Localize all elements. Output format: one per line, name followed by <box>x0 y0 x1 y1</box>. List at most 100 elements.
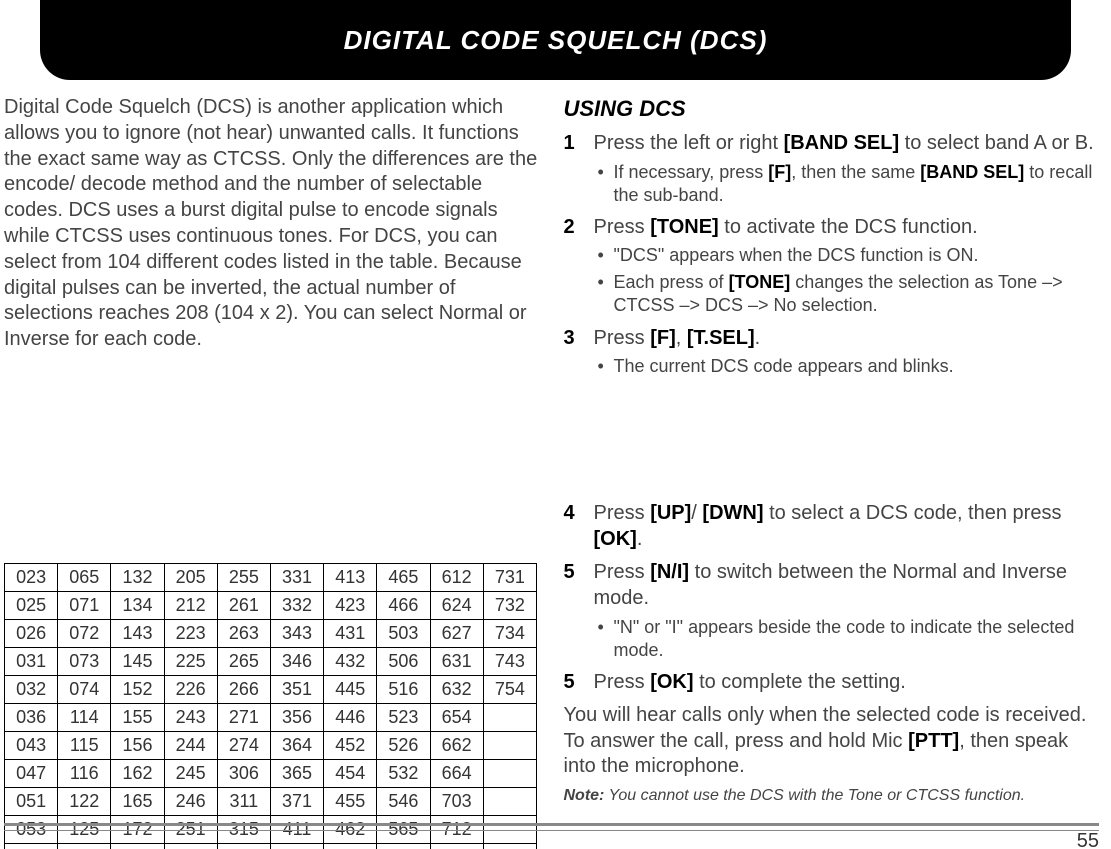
footer-rule <box>4 823 1099 831</box>
t: [OK] <box>650 671 693 693</box>
table-cell: 662 <box>430 732 483 760</box>
table-cell: 036 <box>5 704 58 732</box>
step-bold: [TONE] <box>650 216 719 238</box>
table-cell <box>483 732 536 760</box>
header-plate: DIGITAL CODE SQUELCH (DCS) <box>40 0 1071 80</box>
table-cell <box>483 760 536 788</box>
sub-list: If necessary, press [F], then the same [… <box>594 161 1100 207</box>
t: / <box>691 502 702 524</box>
t: , then the same <box>791 162 920 182</box>
table-cell: 731 <box>483 563 536 591</box>
table-cell: 331 <box>270 563 323 591</box>
table-cell: 432 <box>324 648 377 676</box>
step-5b: 5 Press [OK] to complete the setting. <box>564 670 1100 696</box>
table-cell: 243 <box>164 704 217 732</box>
t: Each press of <box>614 272 729 292</box>
sub-item: The current DCS code appears and blinks. <box>594 355 1100 378</box>
table-cell: 431 <box>324 620 377 648</box>
table-cell: 255 <box>217 563 270 591</box>
sub-list: "DCS" appears when the DCS function is O… <box>594 244 1100 317</box>
step-3: 3 Press [F], [T.SEL]. The current DCS co… <box>564 326 1100 379</box>
section-heading-using-dcs: USING DCS <box>564 95 1100 123</box>
t: . <box>637 528 643 550</box>
table-cell: 074 <box>58 676 111 704</box>
step-1: 1 Press the left or right [BAND SEL] to … <box>564 131 1100 207</box>
table-cell: 332 <box>270 592 323 620</box>
t: Press <box>594 561 651 583</box>
table-cell: 266 <box>217 676 270 704</box>
table-cell: 145 <box>111 648 164 676</box>
note-label: Note: <box>564 787 605 804</box>
step-number: 3 <box>564 326 575 352</box>
table-cell: 465 <box>377 563 430 591</box>
intro-paragraph: Digital Code Squelch (DCS) is another ap… <box>4 95 540 353</box>
sub-list: "N" or "I" appears beside the code to in… <box>594 616 1100 662</box>
table-row: 043115156244274364452526662 <box>5 732 537 760</box>
table-row: 047116162245306365454532664 <box>5 760 537 788</box>
steps-list-upper: 1 Press the left or right [BAND SEL] to … <box>564 131 1100 378</box>
table-row: 031073145225265346432506631743 <box>5 648 537 676</box>
table-cell: 162 <box>111 760 164 788</box>
table-cell: 072 <box>58 620 111 648</box>
sub-item: If necessary, press [F], then the same [… <box>594 161 1100 207</box>
table-cell: 464 <box>324 844 377 849</box>
table-cell: 346 <box>270 648 323 676</box>
step-text: . <box>755 327 761 349</box>
table-cell: 455 <box>324 788 377 816</box>
step-text: Press <box>594 327 651 349</box>
table-cell: 612 <box>430 563 483 591</box>
step-number: 5 <box>564 560 575 586</box>
step-4: 4 Press [UP]/ [DWN] to select a DCS code… <box>564 501 1100 552</box>
table-cell <box>483 788 536 816</box>
table-cell: 023 <box>5 563 58 591</box>
t: "N" or "I" appears beside the code to in… <box>614 617 1075 660</box>
table-cell: 703 <box>430 788 483 816</box>
table-cell: 306 <box>217 760 270 788</box>
table-cell: 043 <box>5 732 58 760</box>
table-cell: 466 <box>377 592 430 620</box>
table-cell: 252 <box>164 844 217 849</box>
table-cell: 423 <box>324 592 377 620</box>
table-cell: 523 <box>377 704 430 732</box>
t: to select a DCS code, then press <box>764 502 1062 524</box>
table-cell: 223 <box>164 620 217 648</box>
t: [DWN] <box>702 502 763 524</box>
table-cell: 723 <box>430 844 483 849</box>
page-number: 55 <box>1077 830 1099 849</box>
sub-item: Each press of [TONE] changes the selecti… <box>594 271 1100 317</box>
table-cell: 165 <box>111 788 164 816</box>
table-row: 051122165246311371455546703 <box>5 788 537 816</box>
table-cell: 245 <box>164 760 217 788</box>
table-cell: 506 <box>377 648 430 676</box>
step-text: Press <box>594 216 651 238</box>
table-cell: 225 <box>164 648 217 676</box>
t: [OK] <box>594 528 637 550</box>
step-number: 4 <box>564 501 575 527</box>
table-cell: 032 <box>5 676 58 704</box>
content-columns: Digital Code Squelch (DCS) is another ap… <box>0 95 1111 819</box>
step-text: to activate the DCS function. <box>719 216 978 238</box>
table-cell: 115 <box>58 732 111 760</box>
table-cell: 445 <box>324 676 377 704</box>
table-cell: 365 <box>270 760 323 788</box>
table-cell: 546 <box>377 788 430 816</box>
t: [TONE] <box>729 272 791 292</box>
table-cell: 734 <box>483 620 536 648</box>
table-cell: 114 <box>58 704 111 732</box>
step-text: Press the left or right <box>594 132 784 154</box>
table-cell: 446 <box>324 704 377 732</box>
table-row: 025071134212261332423466624732 <box>5 592 537 620</box>
table-cell: 732 <box>483 592 536 620</box>
sub-item: "DCS" appears when the DCS function is O… <box>594 244 1100 267</box>
table-cell <box>483 844 536 849</box>
table-cell: 632 <box>430 676 483 704</box>
left-column: Digital Code Squelch (DCS) is another ap… <box>4 95 540 819</box>
table-cell: 054 <box>5 844 58 849</box>
table-cell: 246 <box>164 788 217 816</box>
sub-item: "N" or "I" appears beside the code to in… <box>594 616 1100 662</box>
table-cell: 261 <box>217 592 270 620</box>
t: Press <box>594 502 651 524</box>
table-cell: 122 <box>58 788 111 816</box>
table-cell: 454 <box>324 760 377 788</box>
t: Press <box>594 671 651 693</box>
